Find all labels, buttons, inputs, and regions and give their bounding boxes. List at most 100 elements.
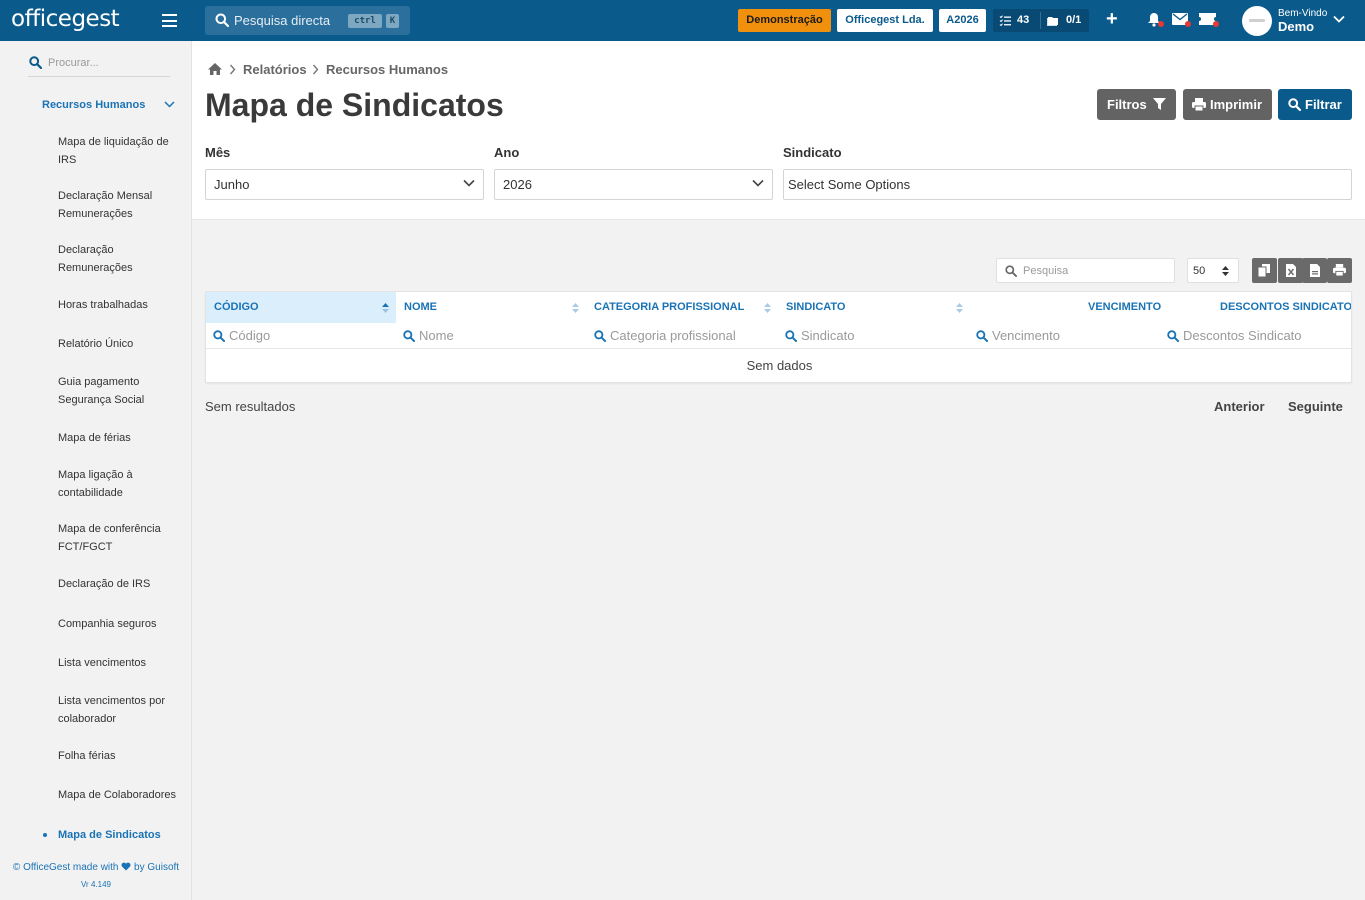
sidebar-item-mapa-ferias[interactable]: Mapa de férias — [58, 430, 188, 448]
sidebar-search[interactable]: Procurar... — [28, 53, 170, 77]
export-csv-button[interactable] — [1302, 258, 1327, 283]
sidebar-item-mapa-colaboradores[interactable]: Mapa de Colaboradores — [58, 787, 188, 805]
filter-sindicato-placeholder: Sindicato — [801, 328, 855, 343]
sidebar-item-companhia-seguros[interactable]: Companhia seguros — [58, 616, 188, 634]
column-header-descontos-sindicato[interactable]: DESCONTOS SINDICATO — [1168, 292, 1352, 323]
filtros-button[interactable]: Filtros — [1097, 89, 1176, 120]
filter-vencimento-input[interactable]: Vencimento — [976, 323, 1156, 349]
results-summary: Sem resultados — [205, 399, 296, 414]
filter-categoria-input[interactable]: Categoria profissional — [594, 323, 774, 349]
chevron-down-icon — [752, 179, 764, 187]
officegest-logo[interactable]: officegest — [11, 6, 120, 32]
sidebar-item-declaracao-remuneracoes[interactable]: Declaração Remunerações — [58, 242, 188, 277]
column-header-sindicato[interactable]: SINDICATO — [778, 292, 968, 323]
sidebar-item-mapa-liquidacao-irs[interactable]: Mapa de liquidação de IRS — [58, 134, 188, 169]
filter-sindicato-input[interactable]: Sindicato — [785, 323, 965, 349]
mes-label: Mês — [205, 145, 231, 160]
copy-button[interactable] — [1252, 258, 1277, 283]
filter-vencimento-placeholder: Vencimento — [992, 328, 1060, 343]
breadcrumb-relatorios[interactable]: Relatórios — [243, 62, 307, 77]
filter-descontos-input[interactable]: Descontos Sindicato — [1167, 323, 1347, 349]
ano-select[interactable]: 2026 — [494, 169, 773, 200]
sidebar-item-lista-vencimentos[interactable]: Lista vencimentos — [58, 655, 188, 673]
sidebar-item-declaracao-mensal-remuneracoes[interactable]: Declaração Mensal Remunerações — [58, 188, 188, 223]
user-greeting[interactable]: Bem-Vindo Demo — [1278, 8, 1327, 34]
filter-codigo-input[interactable]: Código — [213, 323, 393, 349]
footer-credit-left: © OfficeGest made with — [12, 862, 119, 873]
filtrar-button[interactable]: Filtrar — [1278, 89, 1352, 120]
sidebar-item-folha-ferias[interactable]: Folha férias — [58, 748, 188, 766]
user-avatar[interactable] — [1242, 6, 1272, 36]
chevron-down-icon[interactable] — [164, 101, 175, 108]
tasks-count[interactable]: 43 — [1017, 14, 1029, 26]
column-descontos-label: DESCONTOS SINDICATO — [1220, 301, 1352, 313]
page-size-select[interactable]: 50 — [1187, 258, 1239, 283]
tasks-list-icon[interactable] — [999, 15, 1011, 26]
export-excel-button[interactable] — [1278, 258, 1303, 283]
sidebar-item-declaracao-irs[interactable]: Declaração de IRS — [58, 576, 188, 594]
sidebar-footer: © OfficeGest made with by Guisoft — [0, 862, 192, 873]
sidebar-item-horas-trabalhadas[interactable]: Horas trabalhadas — [58, 297, 188, 315]
print-table-button[interactable] — [1327, 258, 1352, 283]
sidebar-item-relatorio-unico[interactable]: Relatório Único — [58, 336, 188, 354]
filter-nome-placeholder: Nome — [419, 328, 454, 343]
printer-icon — [1192, 98, 1206, 111]
pagination-previous[interactable]: Anterior — [1214, 399, 1265, 414]
docs-count[interactable]: 0/1 — [1066, 14, 1081, 26]
printer-icon — [1333, 264, 1346, 276]
sindicatos-table: CÓDIGO NOME CATEGORIA PROFISSIONAL SINDI… — [205, 291, 1352, 383]
year-badge[interactable]: A2026 — [939, 9, 986, 32]
column-vencimento-label: VENCIMENTO — [1088, 301, 1162, 313]
column-header-codigo[interactable]: CÓDIGO — [206, 292, 396, 323]
sidebar-item-mapa-ligacao-contabilidade[interactable]: Mapa ligação à contabilidade — [58, 467, 188, 502]
column-categoria-label: CATEGORIA PROFISSIONAL — [594, 301, 745, 313]
search-icon — [29, 56, 42, 69]
filter-codigo-placeholder: Código — [229, 328, 271, 343]
sort-icon — [956, 303, 963, 313]
sidebar-item-guia-pagamento-seguranca-social[interactable]: Guia pagamento Segurança Social — [58, 374, 188, 409]
filtros-label: Filtros — [1107, 97, 1147, 112]
table-search-input[interactable]: Pesquisa — [996, 258, 1175, 283]
sindicato-placeholder: Select Some Options — [788, 177, 911, 192]
column-header-categoria-profissional[interactable]: CATEGORIA PROFISSIONAL — [586, 292, 778, 323]
table-empty-message: Sem dados — [746, 358, 813, 373]
messages-dot — [1185, 21, 1191, 27]
search-icon — [594, 330, 606, 342]
app-version: Vr 4.149 — [81, 880, 111, 889]
active-item-dot — [43, 833, 47, 837]
folder-icon[interactable] — [1046, 15, 1060, 26]
filtrar-label: Filtrar — [1305, 97, 1342, 112]
column-header-nome[interactable]: NOME — [396, 292, 586, 323]
excel-file-icon — [1286, 264, 1296, 277]
footer-credit-right[interactable]: by Guisoft — [134, 862, 179, 873]
notifications-dot — [1158, 21, 1164, 27]
sidebar-item-mapa-conferencia-fct-fgct[interactable]: Mapa de conferência FCT/FGCT — [58, 521, 188, 556]
sindicato-multiselect[interactable]: Select Some Options — [783, 169, 1352, 200]
sidebar-item-mapa-sindicatos[interactable]: Mapa de Sindicatos — [58, 827, 188, 845]
mes-select[interactable]: Junho — [205, 169, 484, 200]
imprimir-button[interactable]: Imprimir — [1183, 89, 1272, 120]
ano-label: Ano — [494, 145, 520, 160]
sidebar-section-recursos-humanos[interactable]: Recursos Humanos — [42, 99, 145, 111]
company-badge[interactable]: Officegest Lda. — [837, 9, 933, 32]
demo-badge[interactable]: Demonstração — [738, 9, 831, 32]
home-icon[interactable] — [207, 62, 223, 76]
pagination-next[interactable]: Seguinte — [1288, 399, 1343, 414]
ano-value: 2026 — [503, 177, 532, 192]
shortcut-k-key: K — [386, 14, 399, 28]
search-icon — [213, 330, 225, 342]
global-search[interactable]: Pesquisa directa ctrl K — [205, 6, 410, 35]
user-menu-chevron-icon[interactable] — [1333, 15, 1345, 23]
shortcut-ctrl-key: ctrl — [348, 14, 382, 28]
filter-nome-input[interactable]: Nome — [403, 323, 583, 349]
sidebar-item-lista-vencimentos-colaborador[interactable]: Lista vencimentos por colaborador — [58, 693, 188, 728]
heart-icon — [121, 862, 131, 871]
column-header-vencimento[interactable]: VENCIMENTO — [968, 292, 1168, 323]
menu-toggle-icon[interactable] — [162, 14, 177, 27]
breadcrumb-recursos-humanos[interactable]: Recursos Humanos — [326, 62, 448, 77]
add-icon[interactable]: + — [1106, 8, 1118, 30]
filter-descontos-placeholder: Descontos Sindicato — [1183, 328, 1302, 343]
sort-icon — [764, 303, 771, 313]
imprimir-label: Imprimir — [1210, 97, 1263, 112]
filter-categoria-placeholder: Categoria profissional — [610, 328, 736, 343]
